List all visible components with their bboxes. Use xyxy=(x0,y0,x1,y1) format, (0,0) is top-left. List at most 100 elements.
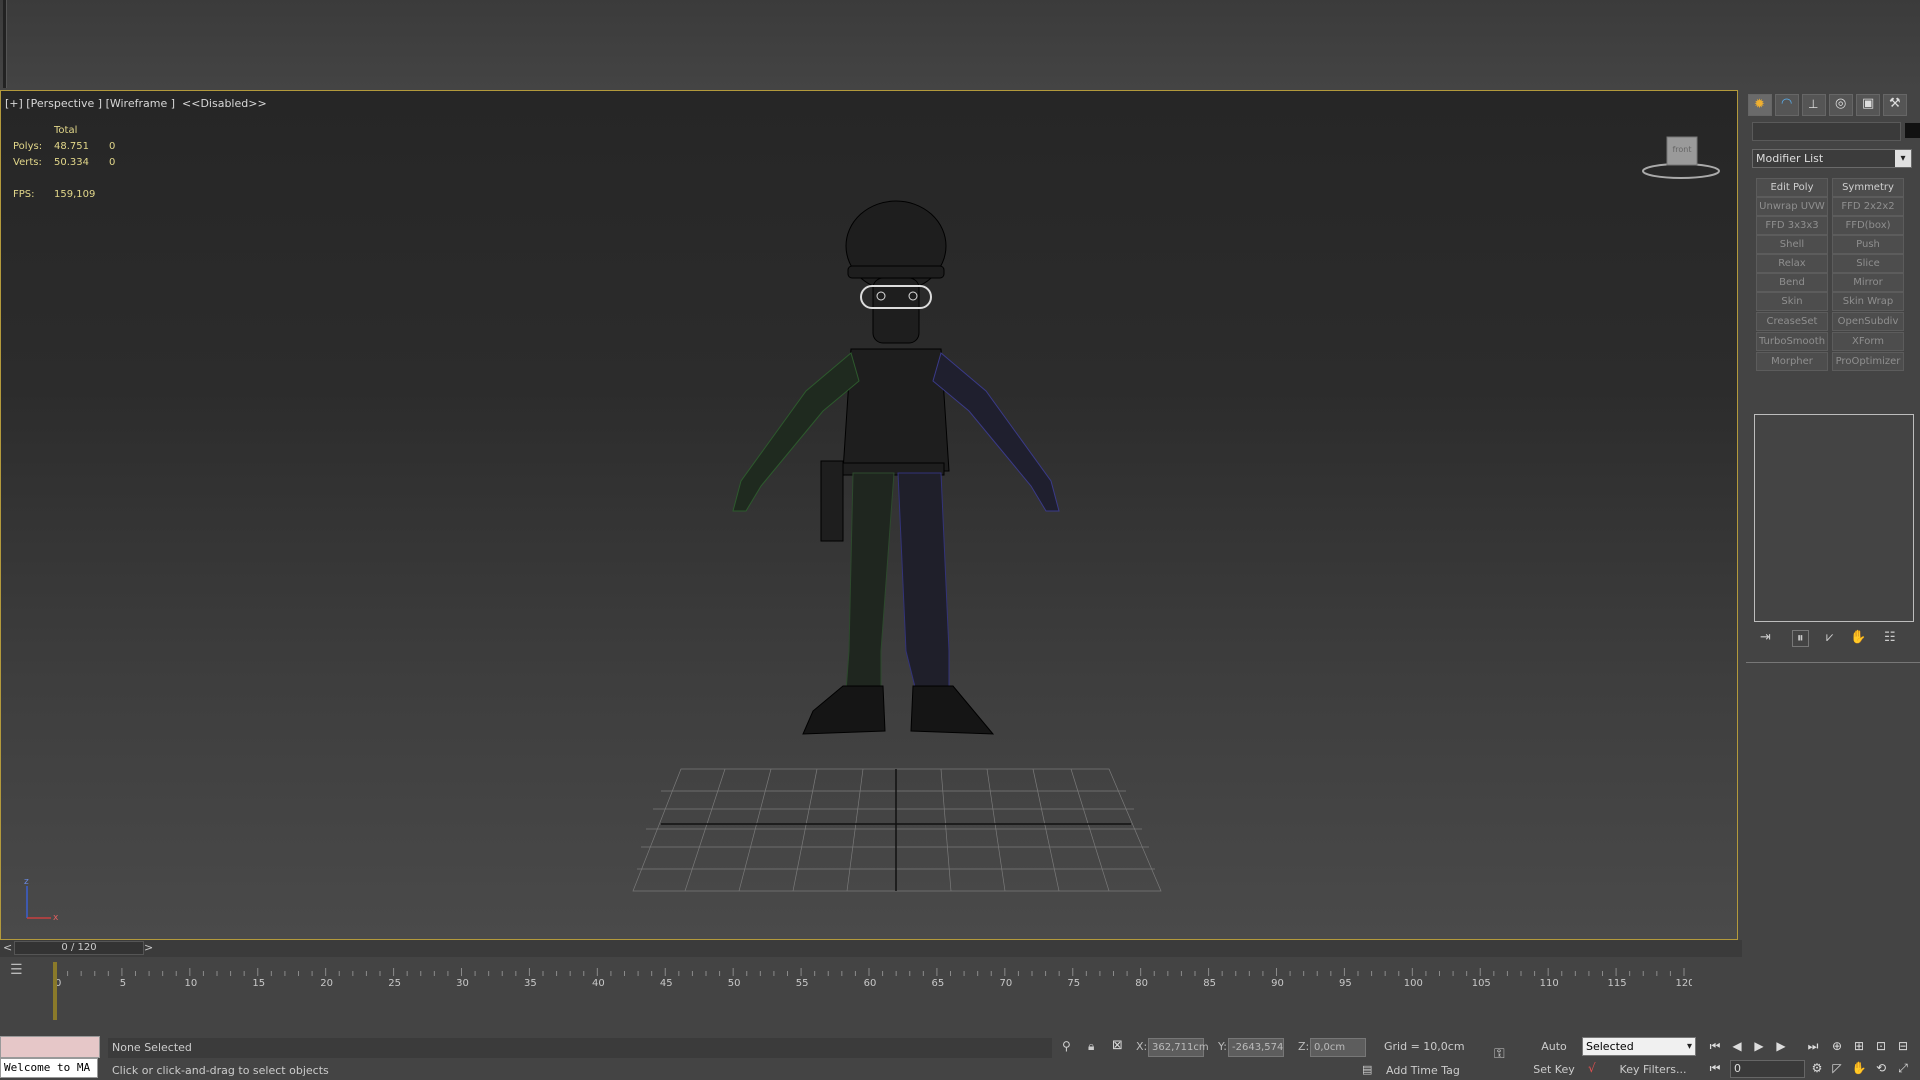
set-key-button[interactable]: Set Key xyxy=(1530,1060,1578,1079)
timeline-ruler[interactable]: 0 5 10 15 20 25 30 35 40 45 50 55 60 65 70 75 80 85 90 95 10… xyxy=(52,960,1692,1020)
modifier-button-unwrap-uvw[interactable]: Unwrap UVW xyxy=(1756,197,1828,216)
hierarchy-tab[interactable]: ⊥ xyxy=(1802,94,1826,116)
field-of-view-icon[interactable]: ◸ xyxy=(1828,1061,1846,1075)
command-panel: ✹ ◠ ⊥ ◎ ▣ ⚒ Modifier List ▾ Edit Poly Sym… xyxy=(1742,90,1920,1080)
x-coord-field[interactable]: 362,711cm xyxy=(1148,1038,1209,1057)
time-slider[interactable]: 0 / 120 xyxy=(14,941,144,955)
timeline-tick-label: 40 xyxy=(592,978,605,989)
display-icon: ▣ xyxy=(1862,96,1875,111)
isolate-selection-icon[interactable]: ⚲ xyxy=(1062,1039,1071,1053)
go-to-start-icon[interactable]: ⏮ xyxy=(1706,1039,1724,1054)
selection-status: None Selected xyxy=(108,1038,1052,1058)
maxscript-mini-listener[interactable]: Welcome to MA xyxy=(0,1058,98,1078)
time-configuration-icon[interactable]: ⚙ xyxy=(1808,1061,1826,1075)
timeline-tick-label: 5 xyxy=(120,978,126,989)
pin-stack-icon[interactable]: ⇥ xyxy=(1760,630,1771,645)
create-tab[interactable]: ✹ xyxy=(1748,94,1772,116)
go-to-end-icon[interactable]: ⏭ xyxy=(1804,1039,1822,1054)
modifier-button-ffd-3x3x3[interactable]: FFD 3x3x3 xyxy=(1756,216,1828,235)
key-selection-dropdown[interactable]: Selected ▾ xyxy=(1582,1037,1696,1056)
modifier-button-edit-poly[interactable]: Edit Poly xyxy=(1756,178,1828,197)
timeline-tick-label: 115 xyxy=(1608,978,1627,989)
maxscript-listener-output[interactable] xyxy=(0,1036,100,1058)
default-in-out-tangent-icon[interactable]: √ xyxy=(1588,1061,1596,1075)
timeline-tick-label: 50 xyxy=(728,978,741,989)
timeline-tick-label: 20 xyxy=(320,978,333,989)
modifier-list-dropdown[interactable]: Modifier List ▾ xyxy=(1752,149,1912,168)
next-frame-icon[interactable]: ▶ xyxy=(1772,1039,1790,1053)
key-filters-button[interactable]: Key Filters... xyxy=(1612,1060,1694,1079)
main-toolbar xyxy=(0,0,1920,90)
key-mode-toggle-icon[interactable]: ⏮ xyxy=(1706,1061,1724,1076)
modifier-button-ffd-2x2x2[interactable]: FFD 2x2x2 xyxy=(1832,197,1904,216)
stack-toolbar: ⇥ ⏸ ⩗ ✋ ☷ xyxy=(1754,630,1914,650)
chevron-down-icon: ▾ xyxy=(1895,150,1911,167)
modifier-button-shell[interactable]: Shell xyxy=(1756,235,1828,254)
modify-tab[interactable]: ◠ xyxy=(1775,94,1799,116)
toolbar-grip[interactable] xyxy=(3,0,7,88)
orbit-icon[interactable]: ⟲ xyxy=(1872,1061,1890,1075)
object-name-field[interactable] xyxy=(1752,122,1901,141)
modifier-button-prooptimizer[interactable]: ProOptimizer xyxy=(1832,352,1904,371)
make-unique-icon[interactable]: ⩗ xyxy=(1826,630,1833,645)
configure-modifier-sets-icon[interactable]: ☷ xyxy=(1884,630,1896,645)
timeline-tick-label: 60 xyxy=(864,978,877,989)
y-coord-field[interactable]: -2643,574 xyxy=(1228,1038,1284,1057)
modifier-button-bend[interactable]: Bend xyxy=(1756,273,1828,292)
modifier-button-symmetry[interactable]: Symmetry xyxy=(1832,178,1904,197)
modifier-button-slice[interactable]: Slice xyxy=(1832,254,1904,273)
modifier-button-push[interactable]: Push xyxy=(1832,235,1904,254)
zoom-icon[interactable]: ⊕ xyxy=(1828,1039,1846,1053)
modifier-button-opensubdiv[interactable]: OpenSubdiv xyxy=(1832,312,1904,331)
maximize-viewport-icon[interactable]: ⤢ xyxy=(1894,1061,1912,1076)
perspective-viewport[interactable]: [+] [Perspective ] [Wireframe ] <<Disabl… xyxy=(0,90,1738,940)
modifier-buttons: Edit Poly Symmetry Unwrap UVW FFD 2x2x2 FFD … xyxy=(1756,178,1916,408)
show-end-result-icon[interactable]: ⏸ xyxy=(1792,630,1809,647)
timeline-tick-label: 35 xyxy=(524,978,537,989)
z-coord-field[interactable]: 0,0cm xyxy=(1310,1038,1366,1057)
timeline-tick-label: 65 xyxy=(932,978,945,989)
current-time-marker[interactable] xyxy=(53,962,57,1020)
utilities-icon: ⚒ xyxy=(1889,96,1901,111)
utilities-tab[interactable]: ⚒ xyxy=(1883,94,1907,116)
modifier-button-turbosmooth[interactable]: TurboSmooth xyxy=(1756,332,1828,351)
x-coord-label: X: xyxy=(1136,1040,1148,1053)
modifier-button-xform[interactable]: XForm xyxy=(1832,332,1904,351)
modifier-button-mirror[interactable]: Mirror xyxy=(1832,273,1904,292)
z-coord-label: Z: xyxy=(1298,1040,1310,1053)
time-tag-icon[interactable]: ▤ xyxy=(1362,1063,1372,1076)
prompt-line: Click or click-and-drag to select object… xyxy=(112,1064,329,1077)
modifier-button-relax[interactable]: Relax xyxy=(1756,254,1828,273)
auto-key-button[interactable]: Auto Key xyxy=(1530,1037,1578,1072)
axis-tripod: z x xyxy=(24,877,59,923)
modifier-button-morpher[interactable]: Morpher xyxy=(1756,352,1828,371)
play-icon[interactable]: ▶ xyxy=(1750,1039,1768,1053)
timeline-tick-label: 85 xyxy=(1203,978,1216,989)
absolute-mode-transform-icon[interactable]: ⊠ xyxy=(1112,1038,1123,1053)
time-next-button[interactable]: > xyxy=(144,941,153,954)
modifier-button-ffd-box-[interactable]: FFD(box) xyxy=(1832,216,1904,235)
zoom-extents-icon[interactable]: ⊡ xyxy=(1872,1039,1890,1053)
viewcube[interactable]: front xyxy=(1639,133,1723,183)
zoom-all-icon[interactable]: ⊞ xyxy=(1850,1039,1868,1053)
add-time-tag-button[interactable]: Add Time Tag xyxy=(1386,1064,1460,1077)
curve-editor-icon[interactable]: ☰ xyxy=(10,962,23,978)
object-color-swatch[interactable] xyxy=(1905,123,1920,138)
remove-modifier-icon[interactable]: ✋ xyxy=(1850,630,1866,645)
pan-view-icon[interactable]: ✋ xyxy=(1850,1061,1868,1075)
lock-selection-icon[interactable]: 🔒︎ xyxy=(1088,1039,1094,1054)
previous-frame-icon[interactable]: ◀ xyxy=(1728,1039,1746,1053)
modifier-button-skin[interactable]: Skin xyxy=(1756,292,1828,311)
modifier-button-skin-wrap[interactable]: Skin Wrap xyxy=(1832,292,1904,311)
set-keys-key-icon[interactable]: ⚿ xyxy=(1494,1046,1505,1062)
zoom-extents-all-icon[interactable]: ⊟ xyxy=(1894,1039,1912,1053)
axis-x-label: x xyxy=(53,913,59,923)
modifier-stack[interactable] xyxy=(1754,414,1914,622)
time-prev-button[interactable]: < xyxy=(3,941,12,954)
home-grid xyxy=(632,768,1162,892)
display-tab[interactable]: ▣ xyxy=(1856,94,1880,116)
modifier-list-label: Modifier List xyxy=(1756,152,1824,165)
current-frame-field[interactable]: 0 xyxy=(1730,1060,1805,1078)
modifier-button-creaseset[interactable]: CreaseSet xyxy=(1756,312,1828,331)
motion-tab[interactable]: ◎ xyxy=(1829,94,1853,116)
